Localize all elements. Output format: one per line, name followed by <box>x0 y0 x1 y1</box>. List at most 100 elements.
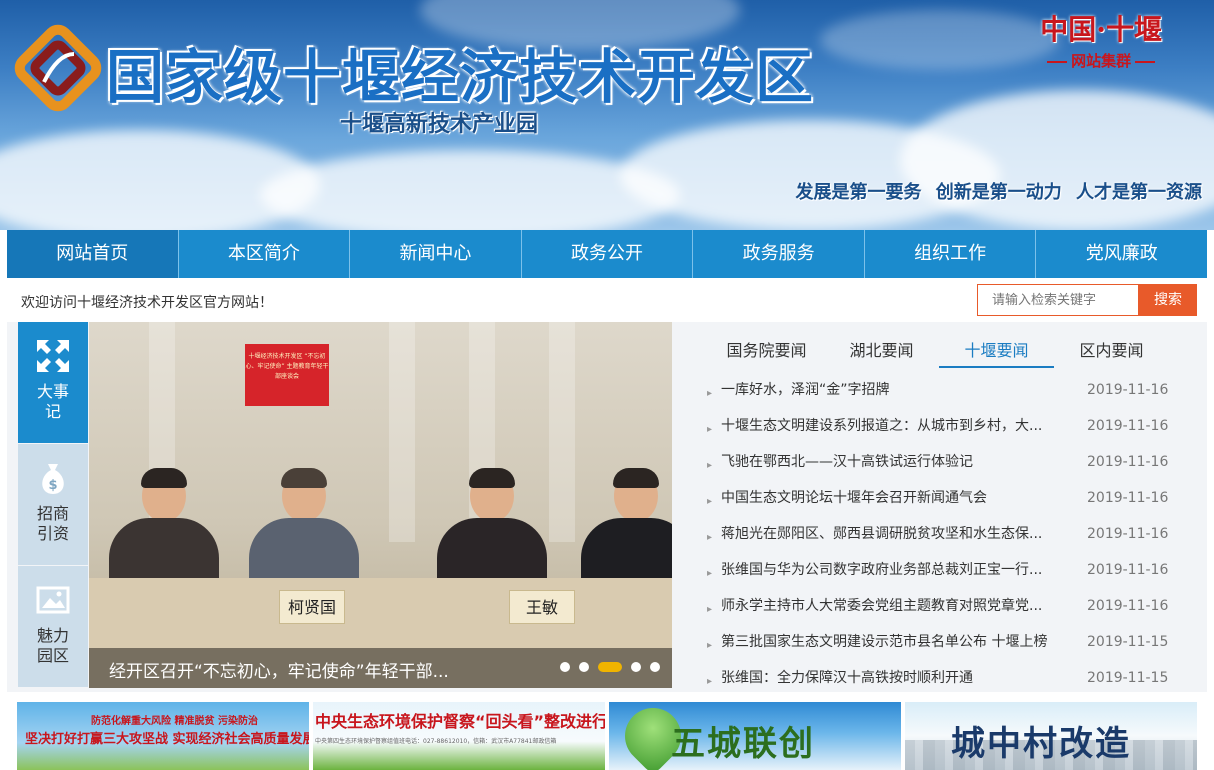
svg-text:$: $ <box>48 478 57 493</box>
news-date: 2019-11-16 <box>1087 418 1169 434</box>
nav-item-party-integrity[interactable]: 党风廉政 <box>1036 230 1207 278</box>
photo-banner: 十堰经济技术开发区 “不忘初心、牢记使命” 主题教育年轻干部座谈会 <box>245 344 329 406</box>
news-title[interactable]: 中国生态文明论坛十堰年会召开新闻通气会 <box>721 486 1051 510</box>
news-item[interactable]: ▸ 中国生态文明论坛十堰年会召开新闻通气会 2019-11-16 <box>707 486 1177 522</box>
banner-urban-village[interactable]: 城中村改造 <box>905 702 1197 770</box>
nav-item-government-services[interactable]: 政务服务 <box>693 230 865 278</box>
news-item[interactable]: ▸ 张维国与华为公司数字政府业务部总裁刘正宝一行... 2019-11-16 <box>707 558 1177 594</box>
tab-shiyan-news[interactable]: 十堰要闻 <box>939 338 1054 368</box>
site-title[interactable]: 国家级十堰经济技术开发区 <box>106 30 814 114</box>
quick-link-label: 魅力园区 <box>36 626 69 665</box>
quick-link-park[interactable]: 魅力园区 <box>18 566 88 687</box>
news-date: 2019-11-16 <box>1087 490 1169 506</box>
news-list: ▸ 一库好水，泽润“金”字招牌 2019-11-16 ▸ 十堰生态文明建设系列报道之：… <box>707 378 1177 702</box>
tab-state-council-news[interactable]: 国务院要闻 <box>709 338 824 368</box>
quick-links: 大事记 $ 招商引资 魅力园区 <box>18 322 88 688</box>
banner-three-battles[interactable]: 防范化解重大风险 精准脱贫 污染防治 坚决打好打赢三大攻坚战 实现经济社会高质量… <box>17 702 309 770</box>
search-button[interactable]: 搜索 <box>1139 284 1197 316</box>
news-date: 2019-11-16 <box>1087 382 1169 398</box>
website-group-badge[interactable]: 中国·十堰 网站集群 <box>1040 8 1162 71</box>
cloud-decoration <box>260 150 680 230</box>
site-logo-icon[interactable] <box>14 24 102 112</box>
tab-district-news[interactable]: 区内要闻 <box>1054 338 1169 368</box>
news-item[interactable]: ▸ 张维国：全力保障汉十高铁按时顺利开通 2019-11-15 <box>707 666 1177 702</box>
arrow-icon: ▸ <box>707 496 713 507</box>
divider <box>1135 61 1156 63</box>
badge-title: 中国·十堰 <box>1040 13 1162 46</box>
picture-icon <box>36 586 70 614</box>
news-date: 2019-11-15 <box>1087 634 1169 650</box>
site-subtitle: 十堰高新技术产业园 <box>340 111 539 137</box>
nameplate: 柯贤国 <box>279 590 345 624</box>
news-title[interactable]: 张维国：全力保障汉十高铁按时顺利开通 <box>721 666 1051 690</box>
wall-panel <box>549 322 575 542</box>
news-title[interactable]: 第三批国家生态文明建设示范市县名单公布 十堰上榜 <box>721 630 1051 654</box>
news-item[interactable]: ▸ 飞驰在鄂西北——汉十高铁试运行体验记 2019-11-16 <box>707 450 1177 486</box>
quick-link-label: 大事记 <box>36 382 69 421</box>
badge-subtitle: 网站集群 <box>1071 52 1132 70</box>
news-title[interactable]: 一库好水，泽润“金”字招牌 <box>721 378 1051 402</box>
news-title[interactable]: 飞驰在鄂西北——汉十高铁试运行体验记 <box>721 450 1051 474</box>
main-nav: 网站首页 本区简介 新闻中心 政务公开 政务服务 组织工作 党风廉政 <box>7 230 1207 278</box>
expand-arrows-icon <box>37 340 69 372</box>
promo-banners: 防范化解重大风险 精准脱贫 污染防治 坚决打好打赢三大攻坚战 实现经济社会高质量… <box>0 702 1214 770</box>
news-item[interactable]: ▸ 第三批国家生态文明建设示范市县名单公布 十堰上榜 2019-11-15 <box>707 630 1177 666</box>
news-tabs: 国务院要闻 湖北要闻 十堰要闻 区内要闻 <box>709 338 1169 368</box>
carousel-caption[interactable]: 经开区召开“不忘初心，牢记使命”年轻干部... <box>109 657 449 682</box>
banner-eco-inspection[interactable]: 中央生态环境保护督察“回头看”整改进行时 中央第四生态环境保护督察组值班电话：0… <box>313 702 605 770</box>
news-date: 2019-11-16 <box>1087 598 1169 614</box>
arrow-icon: ▸ <box>707 604 713 615</box>
news-date: 2019-11-16 <box>1087 526 1169 542</box>
nameplate: 王敏 <box>509 590 575 624</box>
news-date: 2019-11-15 <box>1087 670 1169 686</box>
quick-link-investment[interactable]: $ 招商引资 <box>18 444 88 565</box>
news-item[interactable]: ▸ 十堰生态文明建设系列报道之：从城市到乡村，大... 2019-11-16 <box>707 414 1177 450</box>
arrow-icon: ▸ <box>707 424 713 435</box>
news-title[interactable]: 张维国与华为公司数字政府业务部总裁刘正宝一行... <box>721 558 1051 582</box>
news-panel: 国务院要闻 湖北要闻 十堰要闻 区内要闻 ▸ 一库好水，泽润“金”字招牌 2019-… <box>689 322 1207 688</box>
banner-text: 防范化解重大风险 精准脱贫 污染防治 <box>91 716 258 727</box>
slogan: 发展是第一要务 创新是第一动力 人才是第一资源 <box>795 182 1202 203</box>
carousel-caption-bar: 经开区召开“不忘初心，牢记使命”年轻干部... <box>89 648 672 688</box>
banner-text: 坚决打好打赢三大攻坚战 实现经济社会高质量发展 <box>25 732 309 747</box>
nav-item-government-affairs[interactable]: 政务公开 <box>522 230 694 278</box>
badge-subtitle-row: 网站集群 <box>1040 50 1162 71</box>
arrow-icon: ▸ <box>707 460 713 471</box>
nav-item-home[interactable]: 网站首页 <box>7 230 179 278</box>
main-content: 大事记 $ 招商引资 魅力园区 十堰经济技术开发区 “不忘初心、牢记使命” 主题… <box>7 322 1207 692</box>
news-title[interactable]: 师永学主持市人大常委会党组主题教育对照党章党... <box>721 594 1051 618</box>
banner-five-cities[interactable]: 五城联创 <box>609 702 901 770</box>
divider <box>1047 61 1068 63</box>
arrow-icon: ▸ <box>707 640 713 651</box>
news-item[interactable]: ▸ 蒋旭光在郧阳区、郧西县调研脱贫攻坚和水生态保... 2019-11-16 <box>707 522 1177 558</box>
nav-item-organization[interactable]: 组织工作 <box>865 230 1037 278</box>
nav-item-news[interactable]: 新闻中心 <box>350 230 522 278</box>
arrow-icon: ▸ <box>707 532 713 543</box>
tab-hubei-news[interactable]: 湖北要闻 <box>824 338 939 368</box>
news-date: 2019-11-16 <box>1087 454 1169 470</box>
news-carousel[interactable]: 十堰经济技术开发区 “不忘初心、牢记使命” 主题教育年轻干部座谈会 柯贤国 王敏… <box>89 322 672 688</box>
search-input[interactable] <box>977 284 1139 316</box>
news-item[interactable]: ▸ 一库好水，泽润“金”字招牌 2019-11-16 <box>707 378 1177 414</box>
carousel-dot[interactable] <box>560 662 570 672</box>
news-item[interactable]: ▸ 师永学主持市人大常委会党组主题教育对照党章党... 2019-11-16 <box>707 594 1177 630</box>
banner-text: 中央第四生态环境保护督察组值班电话：027-88612010，信箱：武汉市A77… <box>315 738 557 745</box>
carousel-dot[interactable] <box>650 662 660 672</box>
news-title[interactable]: 十堰生态文明建设系列报道之：从城市到乡村，大... <box>721 414 1051 438</box>
banner-text: 城中村改造 <box>951 724 1131 764</box>
news-date: 2019-11-16 <box>1087 562 1169 578</box>
money-bag-icon: $ <box>42 464 64 494</box>
carousel-dot[interactable] <box>631 662 641 672</box>
carousel-dot-active[interactable] <box>598 662 622 672</box>
arrow-icon: ▸ <box>707 568 713 579</box>
banner-text: 五城联创 <box>671 724 815 764</box>
carousel-dot[interactable] <box>579 662 589 672</box>
welcome-text: 欢迎访问十堰经济技术开发区官方网站！ <box>21 295 273 311</box>
nav-item-about[interactable]: 本区简介 <box>179 230 351 278</box>
quick-link-events[interactable]: 大事记 <box>18 322 88 443</box>
news-title[interactable]: 蒋旭光在郧阳区、郧西县调研脱贫攻坚和水生态保... <box>721 522 1051 546</box>
arrow-icon: ▸ <box>707 388 713 399</box>
site-header: 国家级十堰经济技术开发区 十堰高新技术产业园 中国·十堰 网站集群 发展是第一要… <box>0 0 1214 230</box>
wall-panel <box>389 322 415 542</box>
carousel-dots <box>560 662 660 672</box>
